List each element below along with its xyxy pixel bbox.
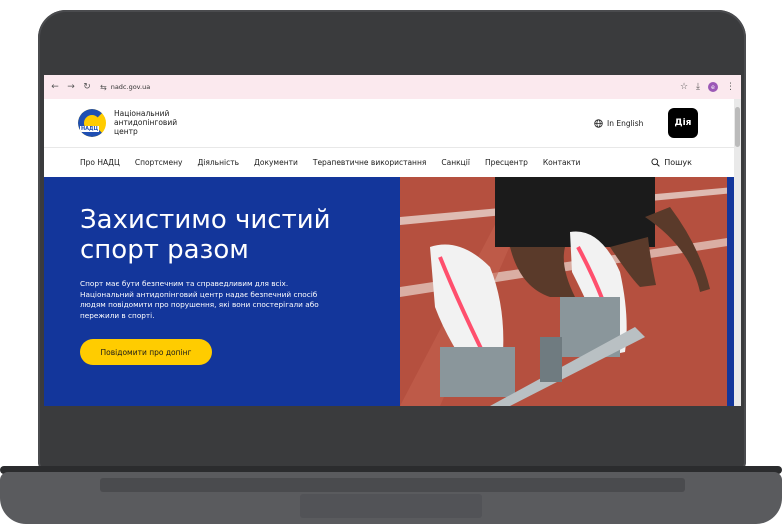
forward-icon[interactable]: → (66, 82, 76, 92)
browser-toolbar: ← → ↻ ⇆ nadc.gov.ua ☆ ⤓ e ⋮ (44, 75, 741, 99)
site-header: НАДЦ Національний антидопінговий центр I… (44, 99, 734, 147)
laptop-trackpad (300, 494, 482, 518)
laptop-keyboard (100, 478, 685, 492)
url-text[interactable]: nadc.gov.ua (111, 83, 150, 91)
diia-button[interactable]: Дія (668, 108, 698, 138)
toolbar-actions: ☆ ⤓ e ⋮ (680, 82, 735, 92)
nav-item-therapeutic-use[interactable]: Терапевтичне використання (313, 158, 427, 167)
bookmark-star-icon[interactable]: ☆ (680, 82, 688, 92)
nav-item-athlete[interactable]: Спортсмену (135, 158, 183, 167)
back-icon[interactable]: ← (50, 82, 60, 92)
hero-description: Спорт має бути безпечним та справедливим… (80, 279, 319, 320)
laptop-mockup: ← → ↻ ⇆ nadc.gov.ua ☆ ⤓ e ⋮ НАДЦ Націона… (0, 0, 782, 529)
menu-icon[interactable]: ⋮ (726, 82, 735, 92)
nav-item-sanctions[interactable]: Санкції (441, 158, 470, 167)
hero-athlete-image (400, 177, 734, 406)
nadc-logo[interactable]: НАДЦ (78, 109, 106, 137)
download-icon[interactable]: ⤓ (696, 82, 700, 92)
language-label: In English (607, 119, 644, 128)
nav-item-contacts[interactable]: Контакти (543, 158, 581, 167)
nav-item-press[interactable]: Пресцентр (485, 158, 528, 167)
page-scrollbar[interactable] (734, 99, 741, 406)
site-settings-icon[interactable]: ⇆ (100, 83, 107, 92)
logo-ring (78, 109, 106, 137)
nav-item-activity[interactable]: Діяльність (197, 158, 239, 167)
reload-icon[interactable]: ↻ (82, 82, 92, 92)
hero-edge-strip (727, 177, 734, 406)
hero-title: Захистимо чистий спорт разом (80, 205, 331, 265)
language-switch[interactable]: In English (594, 119, 643, 128)
address-bar[interactable]: ⇆ nadc.gov.ua (98, 80, 658, 94)
search-label: Пошук (664, 158, 692, 167)
hero-text-panel: Захистимо чистий спорт разом Спорт має б… (44, 177, 400, 406)
search-icon (651, 158, 660, 167)
search-button[interactable]: Пошук (651, 158, 692, 167)
nav-item-about[interactable]: Про НАДЦ (80, 158, 120, 167)
nav-item-documents[interactable]: Документи (254, 158, 298, 167)
report-doping-button[interactable]: Повідомити про допінг (80, 339, 212, 365)
logo-text: НАДЦ (80, 126, 100, 132)
org-name[interactable]: Національний антидопінговий центр (114, 109, 194, 136)
scrollbar-thumb[interactable] (735, 107, 740, 147)
globe-icon (594, 119, 603, 128)
hero-section: Захистимо чистий спорт разом Спорт має б… (44, 177, 734, 406)
browser-window: ← → ↻ ⇆ nadc.gov.ua ☆ ⤓ e ⋮ НАДЦ Націона… (44, 75, 741, 406)
main-nav: Про НАДЦ Спортсмену Діяльність Документи… (44, 147, 734, 177)
profile-avatar[interactable]: e (708, 82, 718, 92)
